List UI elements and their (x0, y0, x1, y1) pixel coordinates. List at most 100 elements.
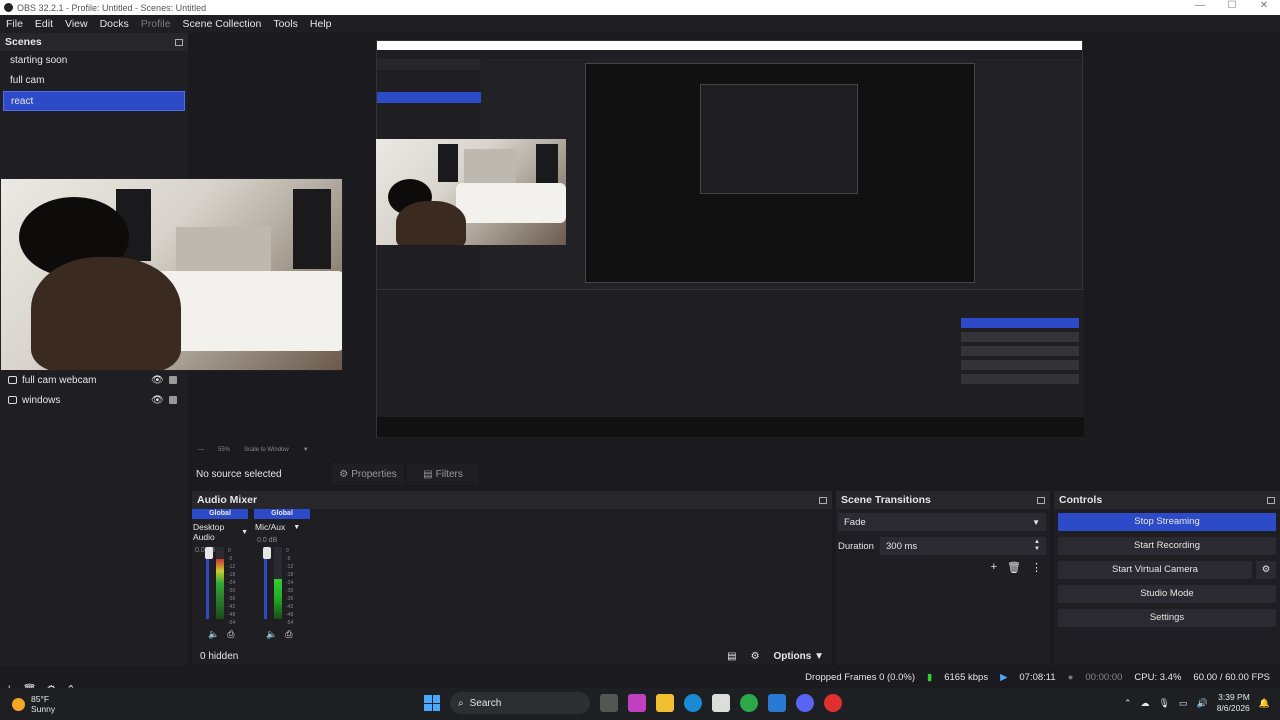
menu-file[interactable]: File (0, 18, 29, 30)
undock-icon[interactable] (175, 38, 183, 46)
file-explorer-icon[interactable] (656, 694, 674, 712)
duration-label: Duration (838, 540, 874, 552)
speaker-icon[interactable]: 🔈 (208, 629, 219, 640)
app-icon[interactable] (768, 694, 786, 712)
store-icon[interactable] (712, 694, 730, 712)
record-icon: ● (1067, 671, 1074, 683)
menu-profile[interactable]: Profile (135, 18, 177, 30)
menu-edit[interactable]: Edit (29, 18, 59, 30)
windows-start-icon[interactable] (424, 695, 440, 711)
zoom-out-icon[interactable]: — (198, 447, 204, 453)
webcam-overlay[interactable] (0, 178, 343, 371)
stepper-icon[interactable]: ▲ ▼ (1034, 539, 1040, 553)
temperature: 85°F (31, 694, 50, 704)
zoom-mode[interactable]: Scale to Window (244, 447, 289, 453)
maximize-button[interactable]: ☐ (1216, 0, 1248, 11)
lock-icon[interactable] (169, 376, 177, 384)
close-button[interactable]: ✕ (1248, 0, 1280, 11)
minimize-button[interactable]: — (1184, 0, 1216, 11)
channel-tag: Global (192, 509, 248, 519)
volume-fader[interactable] (263, 547, 271, 619)
window-title: OBS 32.2.1 - Profile: Untitled - Scenes:… (17, 2, 207, 13)
zoom-percent[interactable]: 55% (218, 447, 230, 453)
signal-icon: ▮ (927, 671, 933, 683)
monitor-icon[interactable]: ⎙ (227, 629, 234, 640)
channel-name-dropdown[interactable]: Desktop Audio ▼ (192, 522, 248, 542)
volume-icon[interactable]: 🔊 (1196, 698, 1207, 709)
audio-mixer-title: Audio Mixer (197, 494, 258, 506)
desktop-audio-meter: 0 -5 -12 -18 -24 -30 -36 -42 -48 -54 (204, 547, 248, 627)
chevron-down-icon[interactable]: ▼ (303, 447, 309, 453)
scene-item-starting-soon[interactable]: starting soon (3, 51, 185, 71)
scene-transitions-header: Scene Transitions (836, 491, 1050, 509)
network-icon[interactable]: ▭ (1179, 698, 1188, 709)
clock[interactable]: 3:39 PM 8/6/2026 (1217, 692, 1250, 714)
menu-view[interactable]: View (59, 18, 94, 30)
taskbar: 85°F Sunny ⌕ Search ⌃ ☁ 🎙 ▭ 🔊 3:39 PM 8/… (0, 688, 1280, 720)
menu-tools[interactable]: Tools (267, 18, 304, 30)
hidden-count: 0 hidden (200, 650, 239, 662)
options-button[interactable]: Options ▼ (774, 651, 824, 662)
undock-icon[interactable] (1037, 496, 1045, 504)
desktop-audio-icons: 🔈 ⎙ (208, 629, 234, 640)
more-icon[interactable]: ⋮ (1031, 561, 1042, 574)
source-item-full-cam-webcam[interactable]: full cam webcam 👁 (0, 370, 188, 390)
start-recording-button[interactable]: Start Recording (1058, 537, 1276, 555)
visibility-eye-icon[interactable]: 👁 (151, 395, 164, 406)
scene-item-react[interactable]: react (3, 91, 185, 111)
speaker-icon[interactable]: 🔈 (266, 629, 277, 640)
transition-select[interactable]: Fade ▼ (838, 513, 1046, 531)
duration-input[interactable]: 300 ms ▲ ▼ (880, 537, 1046, 555)
menu-help[interactable]: Help (304, 18, 338, 30)
menu-scene-collection[interactable]: Scene Collection (177, 18, 268, 30)
undock-icon[interactable] (1267, 496, 1275, 504)
bitrate: 6165 kbps (944, 671, 989, 683)
chevron-down-icon: ▼ (293, 523, 301, 531)
stream-time: 07:08:11 (1019, 671, 1056, 683)
scene-item-full-cam[interactable]: full cam (3, 71, 185, 91)
filter-icon: ▤ (423, 468, 433, 480)
layout-icon[interactable]: ▤ (727, 651, 736, 662)
settings-button[interactable]: Settings (1058, 609, 1276, 627)
taskbar-search[interactable]: ⌕ Search (450, 692, 590, 714)
add-icon[interactable]: + (991, 561, 997, 574)
monitor-icon[interactable]: ⎙ (285, 629, 292, 640)
filters-button[interactable]: ▤ Filters (407, 463, 479, 485)
volume-fader[interactable] (205, 547, 213, 619)
source-item-windows[interactable]: windows 👁 (0, 390, 188, 410)
edge-icon[interactable] (684, 694, 702, 712)
source-label: full cam webcam (22, 374, 97, 386)
start-virtual-camera-button[interactable]: Start Virtual Camera (1058, 561, 1252, 579)
chrome-icon[interactable] (740, 694, 758, 712)
task-view-icon[interactable] (600, 694, 618, 712)
notification-icon[interactable]: 🔔 (1259, 698, 1270, 709)
search-placeholder: Search (469, 697, 502, 709)
scenes-header: Scenes (0, 33, 188, 51)
undock-icon[interactable] (819, 496, 827, 504)
copilot-icon[interactable] (628, 694, 646, 712)
discord-icon[interactable] (796, 694, 814, 712)
options-label: Options (773, 650, 812, 662)
advanced-audio-icon[interactable]: ⚙ (751, 651, 760, 662)
fader-knob[interactable] (263, 547, 271, 559)
virtual-camera-settings-gear-icon[interactable]: ⚙ (1256, 561, 1276, 579)
weather-widget[interactable]: 85°F Sunny (0, 694, 55, 714)
fader-knob[interactable] (205, 547, 213, 559)
mic-aux-meter: 0 -5 -12 -18 -24 -30 -36 -42 -48 -54 (262, 547, 306, 627)
cloud-icon[interactable]: ☁ (1141, 698, 1150, 709)
visibility-eye-icon[interactable]: 👁 (151, 375, 164, 386)
virtual-camera-row: Start Virtual Camera ⚙ (1058, 561, 1276, 579)
lock-icon[interactable] (169, 396, 177, 404)
audio-mixer-footer: 0 hidden ▤ ⚙ Options ▼ (192, 647, 832, 665)
obs-icon[interactable] (824, 694, 842, 712)
trash-icon[interactable]: 🗑 (1007, 561, 1021, 574)
channel-name-dropdown[interactable]: Mic/Aux ▼ (254, 522, 310, 532)
gear-icon: ⚙ (339, 468, 349, 480)
properties-button[interactable]: ⚙ Properties (332, 463, 404, 485)
menu-docks[interactable]: Docks (94, 18, 135, 30)
chevron-up-icon[interactable]: ⌃ (1124, 698, 1132, 709)
search-icon: ⌕ (458, 697, 464, 709)
microphone-icon[interactable]: 🎙 (1159, 698, 1170, 709)
studio-mode-button[interactable]: Studio Mode (1058, 585, 1276, 603)
stop-streaming-button[interactable]: Stop Streaming (1058, 513, 1276, 531)
